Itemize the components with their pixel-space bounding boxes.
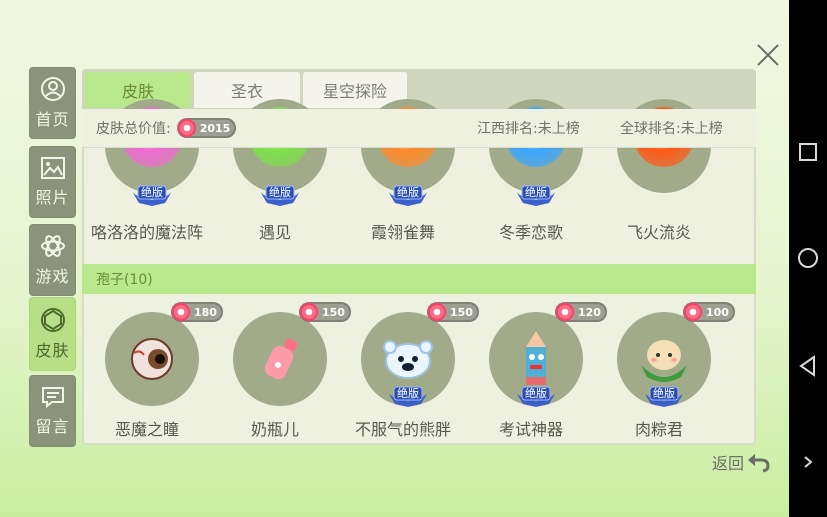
limited-badge-text: 绝版 <box>397 186 419 199</box>
chevron-right-icon <box>804 456 813 468</box>
price-coin: 100 <box>683 302 735 322</box>
price-coin: 150 <box>427 302 479 322</box>
spore-name: 恶魔之瞳 <box>114 420 179 439</box>
spore-name: 肉粽君 <box>634 420 683 439</box>
candy-coin-icon <box>300 303 318 321</box>
android-nav-bar <box>789 0 827 517</box>
side-tab-home[interactable]: 首页 <box>29 67 76 139</box>
limited-badge: 绝版 <box>129 185 175 207</box>
back-label: 返回 <box>712 454 745 473</box>
home-button[interactable] <box>789 238 827 278</box>
spore-item[interactable]: 100 绝版 肉粽君 <box>604 302 735 439</box>
candy-coin-icon <box>177 119 196 137</box>
back-nav-button[interactable] <box>789 346 827 386</box>
spore-name: 不服气的熊胖 <box>354 420 451 439</box>
limited-badge: 绝版 <box>641 386 687 408</box>
price-badge: 180 <box>171 302 223 325</box>
photo-icon <box>40 157 65 179</box>
side-tab-label: 游戏 <box>35 267 70 286</box>
candy-coin-icon <box>556 303 574 321</box>
section-title: 孢子(10) <box>96 272 153 288</box>
price-badge: 120 <box>555 302 607 325</box>
spore-item[interactable]: 180 恶魔之瞳 <box>92 302 223 439</box>
side-tab-label: 照片 <box>35 188 70 207</box>
return-arrow-icon <box>748 454 770 473</box>
limited-badge-text: 绝版 <box>525 387 547 400</box>
side-tab-label: 留言 <box>35 417 70 436</box>
eye-icon <box>105 312 199 406</box>
skin-icon <box>40 308 65 332</box>
limited-badge-text: 绝版 <box>269 186 291 199</box>
side-tab-label: 首页 <box>35 110 70 129</box>
price-badge: 150 <box>427 302 479 325</box>
side-tab-games[interactable]: 游戏 <box>29 224 76 296</box>
limited-badge: 绝版 <box>257 185 303 207</box>
price-value: 100 <box>706 305 729 319</box>
total-value-label: 皮肤总价值: <box>96 121 171 137</box>
spore-item[interactable]: 150 奶瓶儿 <box>220 302 351 439</box>
skin-name: 咯洛洛的魔法阵 <box>90 223 203 242</box>
price-value: 150 <box>322 305 345 319</box>
price-coin: 180 <box>171 302 223 322</box>
price-badge: 150 <box>299 302 351 325</box>
rank-jiangxi: 江西排名:未上榜 <box>477 121 580 137</box>
side-tab-label: 皮肤 <box>35 341 70 360</box>
spore-item[interactable]: 150 绝版 不服气的熊胖 <box>348 302 479 439</box>
limited-badge-text: 绝版 <box>653 387 675 400</box>
side-tab-photos[interactable]: 照片 <box>29 146 76 218</box>
back-button[interactable]: 返回 <box>712 450 770 474</box>
candy-coin-icon <box>172 303 190 321</box>
limited-badge: 绝版 <box>513 185 559 207</box>
triangle-back-icon <box>799 355 815 377</box>
circle-icon <box>798 248 818 268</box>
price-value: 180 <box>194 305 217 319</box>
limited-badge: 绝版 <box>385 386 431 408</box>
overview-button[interactable] <box>789 132 827 172</box>
price-value: 120 <box>578 305 601 319</box>
price-value: 150 <box>450 305 473 319</box>
skin-name: 霞翎雀舞 <box>370 223 435 242</box>
section-header: 孢子(10) <box>82 264 756 294</box>
price-coin: 150 <box>299 302 351 322</box>
limited-badge: 绝版 <box>513 386 559 408</box>
limited-badge: 绝版 <box>385 185 431 207</box>
total-value-badge: 2015 <box>176 118 237 138</box>
spore-item[interactable]: 120 绝版 考试神器 <box>476 302 607 439</box>
price-badge: 100 <box>683 302 735 325</box>
message-icon <box>41 387 64 409</box>
side-tab-messages[interactable]: 留言 <box>29 375 76 447</box>
limited-badge-text: 绝版 <box>141 186 163 199</box>
avatar-icon <box>40 77 65 101</box>
candy-coin-icon <box>684 303 702 321</box>
rank-global: 全球排名:未上榜 <box>620 121 723 137</box>
skin-value-bar: 皮肤总价值: 2015 江西排名:未上榜 全球排名:未上榜 <box>82 109 756 148</box>
spore-name: 奶瓶儿 <box>250 420 299 439</box>
bottle-icon <box>233 312 327 406</box>
candy-coin-icon <box>428 303 446 321</box>
atom-icon <box>40 235 65 257</box>
skin-panel: 皮肤 圣衣 星空探险 皮肤总价值: 2015 江西排名:未上榜 全球排名:未上榜… <box>82 69 756 445</box>
side-tab-skins[interactable]: 皮肤 <box>29 297 76 371</box>
close-icon[interactable] <box>756 43 780 67</box>
limited-badge-text: 绝版 <box>525 186 547 199</box>
limited-badge-text: 绝版 <box>397 387 419 400</box>
expand-button[interactable] <box>789 442 827 482</box>
price-coin: 120 <box>555 302 607 322</box>
skin-name: 遇见 <box>258 223 291 242</box>
square-icon <box>799 143 817 161</box>
total-value: 2015 <box>199 121 231 135</box>
spore-name: 考试神器 <box>498 420 563 439</box>
skin-name: 冬季恋歌 <box>498 223 563 242</box>
skin-name: 飞火流炎 <box>626 223 691 242</box>
